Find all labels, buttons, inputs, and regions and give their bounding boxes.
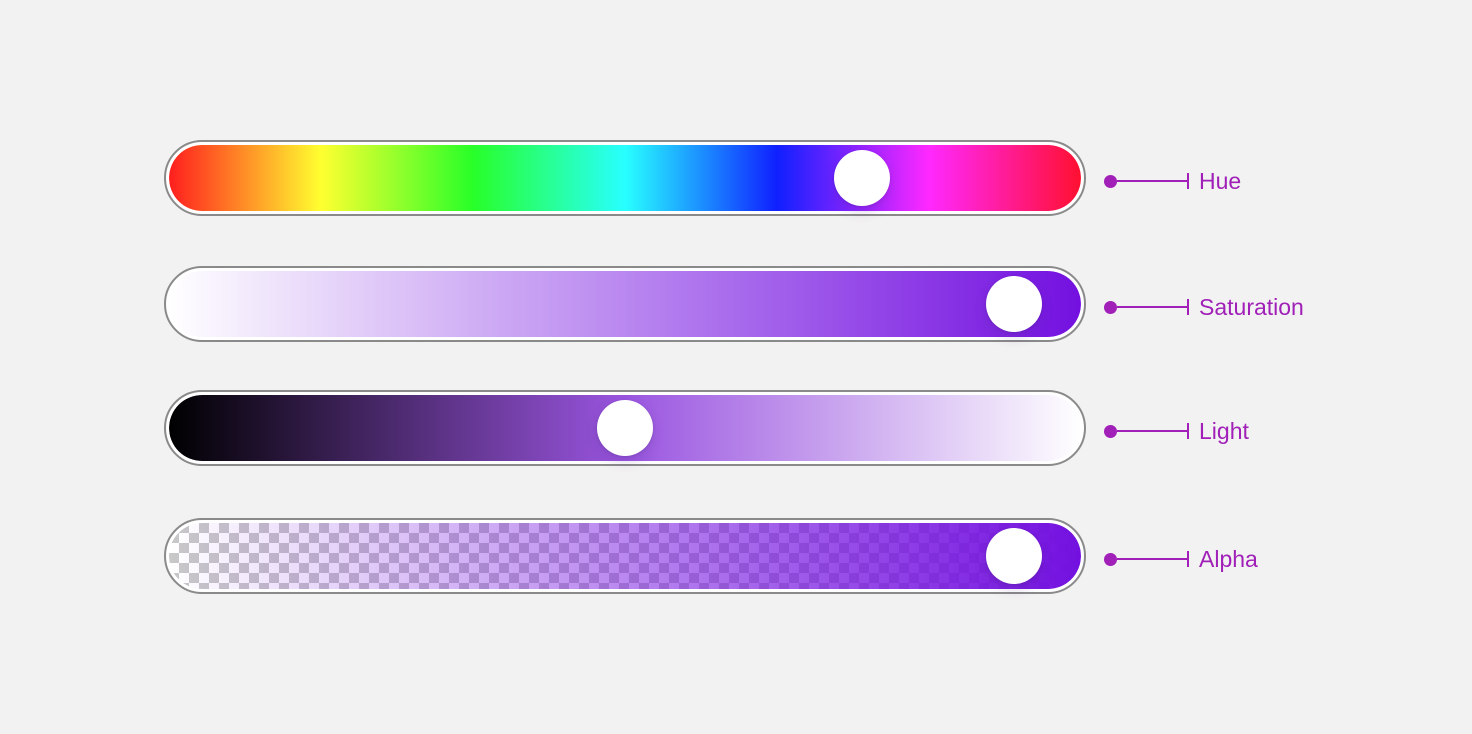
callout-saturation: Saturation (1104, 292, 1304, 322)
alpha-track[interactable] (169, 523, 1081, 589)
callout-hue: Hue (1104, 166, 1241, 196)
alpha-label: Alpha (1199, 546, 1258, 572)
slider-light[interactable] (164, 390, 1086, 466)
hue-handle[interactable] (833, 150, 890, 206)
hue-gradient (169, 145, 1081, 211)
saturation-label: Saturation (1199, 294, 1304, 320)
light-handle[interactable] (597, 400, 653, 456)
callout-line (1117, 180, 1187, 182)
hue-label: Hue (1199, 168, 1242, 194)
alpha-handle[interactable] (986, 528, 1043, 584)
callout-dot-icon (1104, 174, 1117, 188)
callout-line (1117, 306, 1187, 308)
slider-hue[interactable] (164, 140, 1086, 216)
callout-line (1117, 430, 1187, 432)
callout-cap (1187, 173, 1189, 189)
saturation-track[interactable] (169, 271, 1081, 337)
callout-cap (1187, 423, 1189, 439)
light-label: Light (1199, 418, 1249, 444)
callout-light: Light (1104, 416, 1249, 446)
slider-saturation[interactable] (164, 266, 1086, 342)
callout-dot-icon (1104, 552, 1117, 566)
slider-alpha[interactable] (164, 518, 1086, 594)
saturation-handle[interactable] (986, 276, 1043, 332)
callout-dot-icon (1104, 300, 1117, 314)
callout-dot-icon (1104, 424, 1117, 438)
callout-alpha: Alpha (1104, 544, 1258, 574)
alpha-gradient (169, 523, 1081, 589)
hue-track[interactable] (169, 145, 1081, 211)
saturation-gradient (169, 271, 1081, 337)
callout-cap (1187, 551, 1189, 567)
callout-line (1117, 558, 1187, 560)
callout-cap (1187, 299, 1189, 315)
